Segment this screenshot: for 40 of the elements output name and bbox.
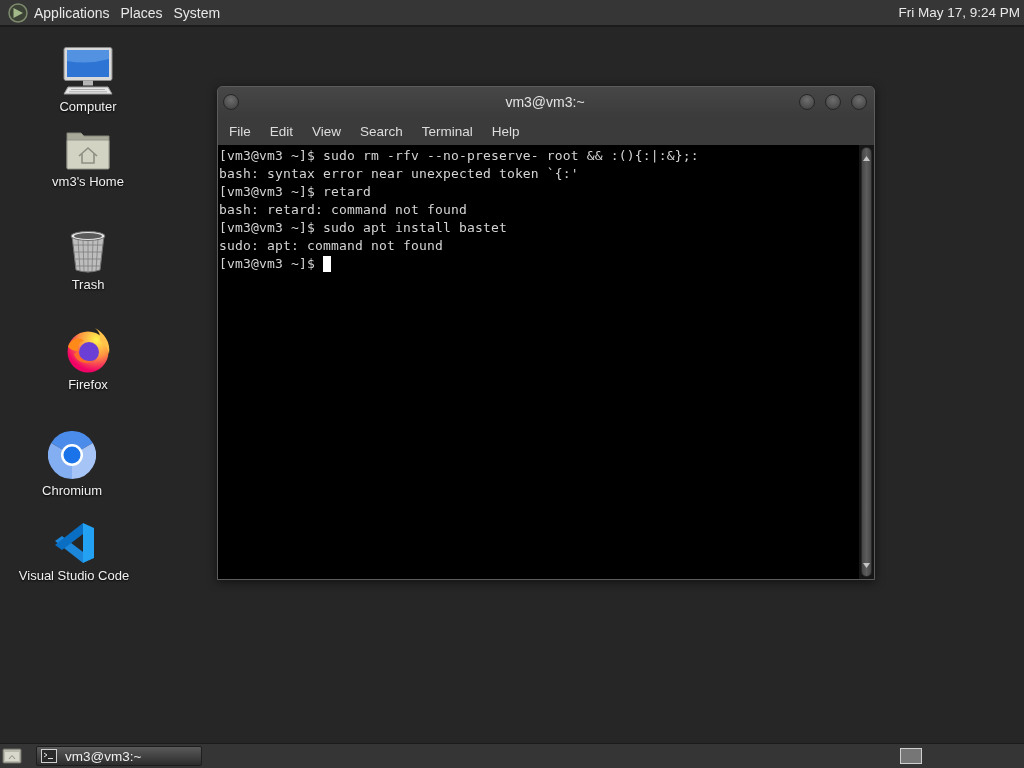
terminal-line: [vm3@vm3 ~]$ sudo rm -rfv --no-preserve- root && :(){:|:&};:	[219, 147, 699, 165]
menu-item[interactable]: File	[219, 119, 260, 143]
menu-item[interactable]: View	[302, 119, 351, 143]
title-bar-button[interactable]	[799, 94, 815, 110]
panel-menu[interactable]: Places	[117, 1, 169, 24]
scroll-up-icon[interactable]	[863, 156, 870, 161]
menu-item[interactable]: Edit	[259, 119, 303, 143]
panel-menu[interactable]: Applications	[31, 1, 116, 24]
folded-ribbon-icon[interactable]	[53, 522, 95, 564]
terminal-line: sudo: apt: command not found	[219, 237, 443, 255]
workspace-switcher[interactable]	[900, 748, 922, 764]
computer-monitor-icon[interactable]	[63, 47, 113, 95]
terminal-line: bash: syntax error near unexpected token `{:'	[219, 165, 579, 183]
menu-item[interactable]: Search	[350, 119, 412, 143]
ring-icon[interactable]	[48, 431, 96, 479]
desktop-icon-label[interactable]: Firefox	[68, 377, 108, 392]
panel-menu[interactable]: System	[170, 1, 227, 24]
terminal-line: [vm3@vm3 ~]$ sudo apt install bastet	[219, 219, 507, 237]
scroll-down-icon[interactable]	[863, 563, 870, 568]
desktop-icon-label[interactable]: Computer	[59, 99, 117, 114]
terminal-icon	[41, 749, 57, 763]
terminal-line: [vm3@vm3 ~]$	[219, 255, 315, 273]
desktop-icon-label[interactable]: Visual Studio Code	[18, 568, 130, 583]
window-title: vm3@vm3:~	[505, 94, 585, 110]
show-desktop-icon[interactable]	[2, 747, 22, 765]
home-folder-icon[interactable]	[66, 130, 110, 170]
terminal-line: [vm3@vm3 ~]$ retard	[219, 183, 371, 201]
logo-icon[interactable]	[8, 2, 28, 23]
desktop-icon-label[interactable]: Trash	[71, 277, 105, 292]
desktop-icon-label[interactable]: vm3's Home	[52, 174, 124, 189]
title-bar-button[interactable]	[223, 94, 239, 110]
taskbar-button[interactable]: vm3@vm3:~	[36, 746, 202, 766]
menu-item[interactable]: Help	[481, 119, 529, 143]
clock[interactable]: Fri May 17, 9:24 PM	[898, 5, 1020, 20]
title-bar-button[interactable]	[825, 94, 841, 110]
trash-can-icon[interactable]	[69, 230, 107, 273]
title-bar-button[interactable]	[851, 94, 867, 110]
terminal-line: bash: retard: command not found	[219, 201, 467, 219]
desktop-icon-label[interactable]: Chromium	[42, 483, 102, 498]
menu-item[interactable]: Terminal	[411, 119, 482, 143]
